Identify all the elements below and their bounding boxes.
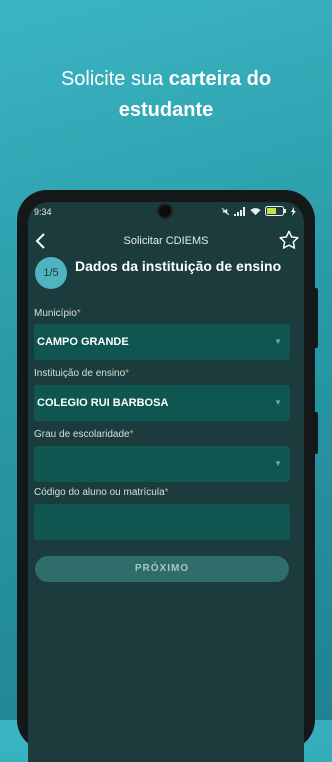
status-icons	[221, 206, 296, 216]
status-time: 9:34	[34, 207, 52, 217]
municipio-label: Município*	[34, 308, 81, 319]
grau-select[interactable]: ▼	[34, 446, 290, 482]
codigo-label-text: Código do aluno ou matrícula	[34, 487, 165, 498]
municipio-value: CAMPO GRANDE	[37, 336, 129, 348]
codigo-label: Código do aluno ou matrícula*	[34, 487, 169, 498]
grau-label: Grau de escolaridade*	[34, 429, 134, 440]
promo-text-bold-line2: estudante	[118, 99, 214, 121]
promo-headline: Solicite sua carteira do estudante	[0, 64, 332, 126]
app-screen: 9:34 Solicitar CDIEMS 1/5 Dados da insti…	[28, 202, 304, 762]
power-button	[314, 412, 318, 454]
promo-text-bold: carteira do	[168, 68, 272, 90]
required-mark: *	[125, 368, 130, 379]
instituicao-label-text: Instituição de ensino	[34, 368, 126, 379]
app-bar: Solicitar CDIEMS	[28, 227, 304, 255]
required-mark: *	[129, 429, 134, 440]
instituicao-label: Instituição de ensino*	[34, 368, 129, 379]
volume-button	[314, 288, 318, 348]
star-icon	[279, 230, 299, 249]
mute-icon	[221, 207, 230, 216]
required-mark: *	[164, 487, 169, 498]
signal-icon	[234, 206, 246, 216]
step-indicator: 1/5	[35, 257, 67, 289]
codigo-input[interactable]	[34, 504, 290, 540]
status-bar: 9:34	[28, 202, 304, 224]
instituicao-value: COLEGIO RUI BARBOSA	[37, 397, 169, 409]
chevron-down-icon: ▼	[274, 459, 282, 468]
chevron-down-icon: ▼	[274, 337, 282, 346]
front-camera	[159, 205, 171, 217]
instituicao-select[interactable]: COLEGIO RUI BARBOSA ▼	[34, 385, 290, 421]
wifi-icon	[250, 207, 261, 216]
app-bar-title: Solicitar CDIEMS	[123, 235, 209, 247]
required-mark: *	[76, 308, 81, 319]
next-button[interactable]: PRÓXIMO	[35, 556, 289, 582]
promo-text-regular: Solicite sua	[60, 68, 169, 90]
charging-icon	[291, 206, 296, 216]
municipio-select[interactable]: CAMPO GRANDE ▼	[34, 324, 290, 360]
chevron-down-icon: ▼	[274, 398, 282, 407]
favorite-button[interactable]	[278, 229, 300, 251]
battery-icon	[265, 206, 287, 216]
section-title: Dados da instituição de ensino	[75, 258, 282, 274]
municipio-label-text: Município	[34, 308, 77, 319]
grau-label-text: Grau de escolaridade	[34, 429, 130, 440]
phone-frame: 9:34 Solicitar CDIEMS 1/5 Dados da insti…	[17, 190, 318, 762]
